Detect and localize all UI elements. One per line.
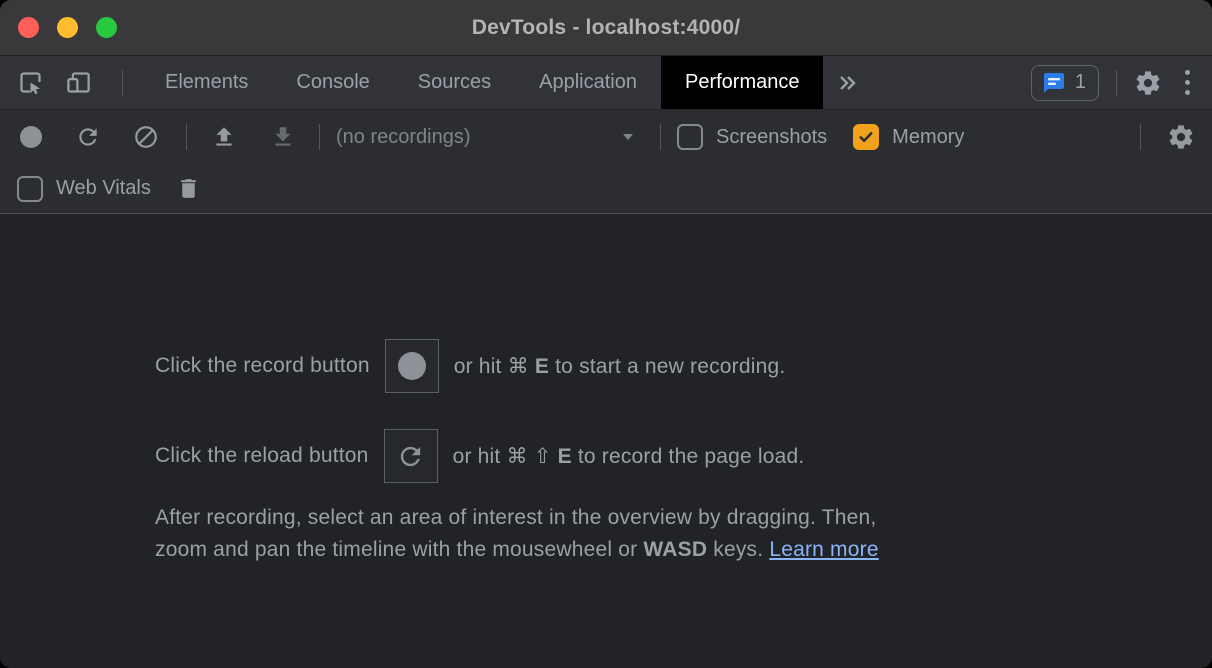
record-hint-row: Click the record button or hit ⌘ E to st… (155, 339, 785, 393)
reload-hint-prefix: Click the reload button (155, 444, 369, 468)
tab-sources[interactable]: Sources (394, 56, 515, 109)
chevron-down-icon (620, 129, 636, 145)
settings-gear-icon[interactable] (1134, 69, 1162, 97)
tabbar-right-separator (1116, 70, 1117, 96)
reload-hint-row: Click the reload button or hit ⌘ ⇧ E to … (155, 429, 804, 483)
cmd-key-glyph: ⌘ (508, 355, 535, 378)
more-options-icon[interactable] (1179, 70, 1196, 95)
tips-line1: After recording, select an area of inter… (155, 502, 879, 534)
tab-elements[interactable]: Elements (141, 56, 272, 109)
tips-line2: zoom and pan the timeline with the mouse… (155, 534, 879, 566)
screenshots-checkbox[interactable] (677, 124, 703, 150)
inspect-element-icon[interactable] (17, 69, 44, 96)
checkmark-icon (857, 128, 875, 146)
devtools-window: DevTools - localhost:4000/ Elements Cons… (0, 0, 1212, 668)
performance-toolbar: (no recordings) Screenshots Memory (0, 110, 1212, 214)
memory-checkbox[interactable] (853, 124, 879, 150)
record-button[interactable] (20, 126, 42, 148)
performance-landing-panel: Click the record button or hit ⌘ E to st… (0, 214, 1212, 668)
more-tabs-icon[interactable] (835, 71, 859, 95)
tab-application[interactable]: Application (515, 56, 661, 109)
toolbar-separator (319, 124, 320, 150)
tab-performance[interactable]: Performance (661, 56, 824, 109)
record-circle-icon (398, 352, 426, 380)
screenshots-label: Screenshots (716, 126, 827, 149)
tabbar-separator (122, 70, 123, 96)
web-vitals-checkbox[interactable] (17, 176, 43, 202)
issues-chat-icon (1042, 71, 1066, 95)
memory-toggle[interactable]: Memory (853, 124, 964, 150)
record-hint-prefix: Click the record button (155, 354, 370, 378)
issues-badge[interactable]: 1 (1031, 65, 1099, 101)
device-toolbar-icon[interactable] (65, 69, 92, 96)
save-profile-icon[interactable] (270, 124, 296, 150)
record-hint-suffix: or hit ⌘ E to start a new recording. (454, 354, 786, 379)
panel-tabs: Elements Console Sources Application Per… (141, 56, 823, 109)
reload-and-record-button[interactable] (75, 124, 101, 150)
usage-tips: After recording, select an area of inter… (155, 502, 879, 566)
toolbar-separator (186, 124, 187, 150)
record-demo-button[interactable] (385, 339, 439, 393)
devtools-tabbar: Elements Console Sources Application Per… (0, 56, 1212, 110)
screenshots-toggle[interactable]: Screenshots (677, 124, 827, 150)
recordings-dropdown[interactable]: (no recordings) (336, 126, 636, 149)
reload-hint-suffix: or hit ⌘ ⇧ E to record the page load. (453, 444, 805, 469)
cmd-key-glyph: ⌘ (506, 445, 533, 468)
clear-recordings-icon[interactable] (133, 124, 159, 150)
e-key-glyph: E (558, 445, 572, 468)
reload-demo-button[interactable] (384, 429, 438, 483)
tab-console[interactable]: Console (272, 56, 393, 109)
load-profile-icon[interactable] (211, 124, 237, 150)
capture-settings-gear-icon[interactable] (1167, 123, 1195, 151)
recordings-dropdown-value: (no recordings) (336, 126, 471, 149)
web-vitals-label: Web Vitals (56, 177, 151, 200)
trash-icon[interactable] (176, 176, 201, 201)
window-title: DevTools - localhost:4000/ (0, 16, 1212, 40)
reload-icon (396, 442, 425, 471)
web-vitals-toggle[interactable]: Web Vitals (17, 176, 151, 202)
toolbar-separator (660, 124, 661, 150)
wasd-keys: WASD (643, 538, 707, 561)
e-key-glyph: E (535, 355, 549, 378)
titlebar: DevTools - localhost:4000/ (0, 0, 1212, 56)
learn-more-link[interactable]: Learn more (769, 538, 878, 561)
issues-count: 1 (1075, 71, 1086, 94)
toolbar-separator (1140, 124, 1141, 150)
shift-key-glyph: ⇧ (534, 445, 558, 468)
memory-label: Memory (892, 126, 964, 149)
